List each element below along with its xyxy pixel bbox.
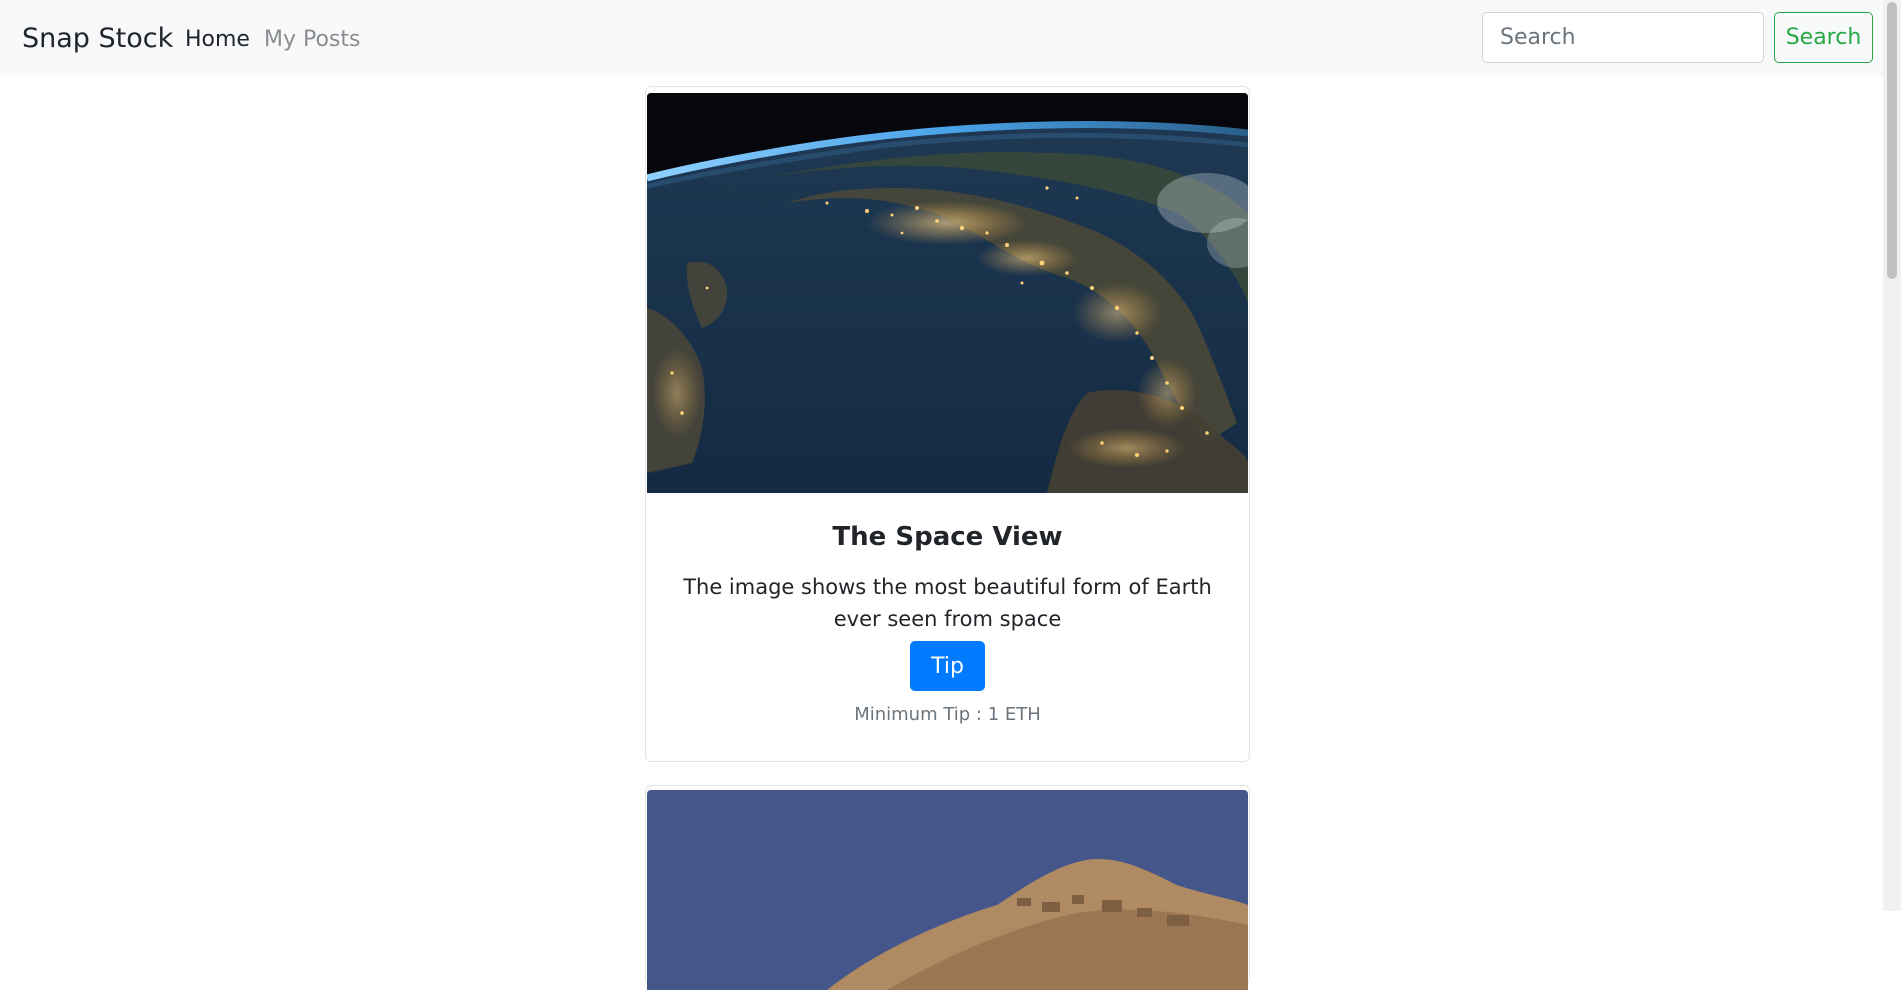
nav-link-my-posts[interactable]: My Posts xyxy=(264,25,361,56)
page-scrollbar-thumb[interactable] xyxy=(1887,2,1897,279)
post-image-desert-ruins xyxy=(647,790,1248,990)
search-input[interactable] xyxy=(1482,12,1764,63)
brand-logo-text[interactable]: Snap Stock xyxy=(22,20,173,58)
post-description: The image shows the most beautiful form … xyxy=(683,575,1212,631)
search-button[interactable]: Search xyxy=(1774,12,1873,63)
post-image-earth-from-space xyxy=(647,93,1248,493)
minimum-tip-text: Minimum Tip : 1 ETH xyxy=(854,704,1041,725)
top-navbar: Snap Stock Home My Posts Search xyxy=(0,0,1883,76)
post-card xyxy=(645,785,1250,990)
post-card: The Space View The image shows the most … xyxy=(645,86,1250,762)
nav-link-home[interactable]: Home xyxy=(185,25,250,56)
post-title: The Space View xyxy=(832,522,1063,552)
tip-button[interactable]: Tip xyxy=(910,641,985,691)
